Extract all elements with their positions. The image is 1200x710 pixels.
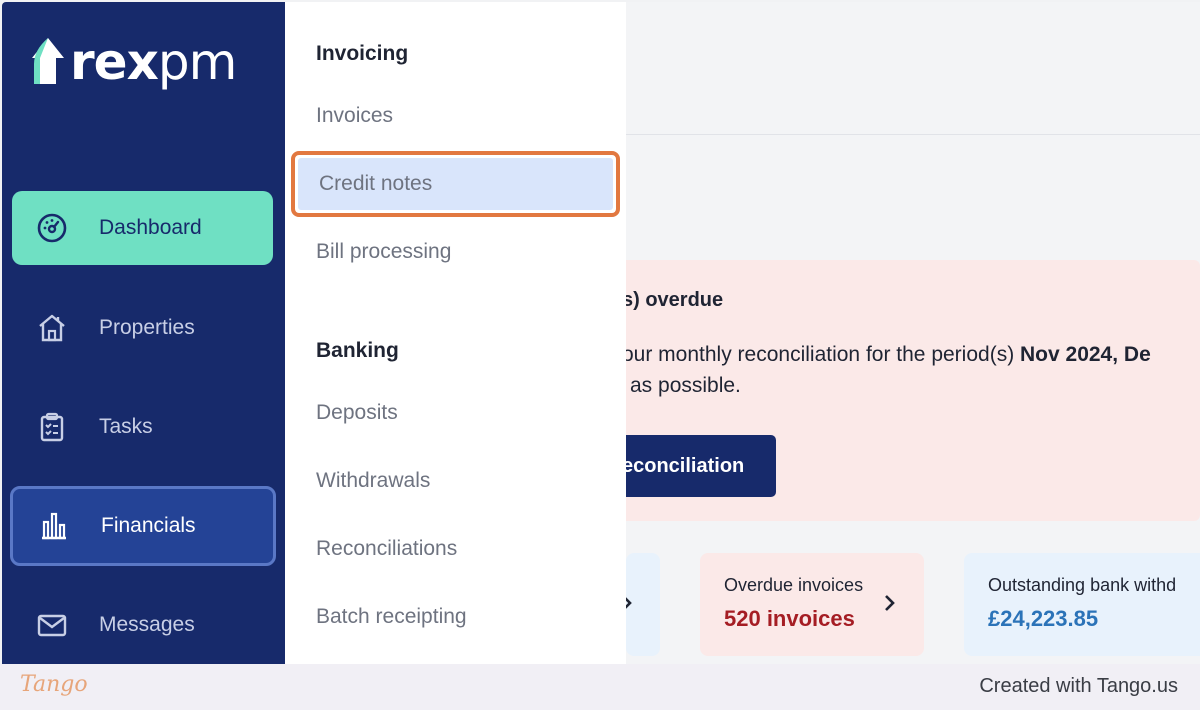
summary-card-partial[interactable] xyxy=(622,553,660,656)
clipboard-icon xyxy=(32,407,72,447)
menu-item-credit-notes[interactable]: Credit notes xyxy=(291,151,620,217)
menu-item-reconciliations[interactable]: Reconciliations xyxy=(316,537,457,561)
menu-item-batch-receipting[interactable]: Batch receipting xyxy=(316,605,467,629)
sidebar-item-label: Financials xyxy=(101,514,196,537)
menu-item-withdrawals[interactable]: Withdrawals xyxy=(316,469,430,493)
alert-title: s) overdue xyxy=(622,289,724,311)
card-label: Overdue invoices xyxy=(724,575,864,595)
house-arrow-logo-icon xyxy=(32,38,64,84)
financials-dropdown-menu: Invoicing Invoices Credit notes Bill pro… xyxy=(285,2,626,664)
rexpm-logo[interactable]: rexpm xyxy=(30,33,237,91)
sidebar-item-label: Dashboard xyxy=(99,216,202,239)
gauge-icon xyxy=(32,208,72,248)
menu-item-invoices[interactable]: Invoices xyxy=(316,104,393,128)
sidebar-item-properties[interactable]: Properties xyxy=(12,291,273,365)
overdue-invoices-card[interactable]: Overdue invoices 520 invoices xyxy=(700,553,924,656)
sidebar-item-financials[interactable]: Financials xyxy=(10,486,276,566)
sidebar-item-label: Properties xyxy=(99,316,195,339)
alert-body-line2: as possible. xyxy=(630,374,741,397)
start-reconciliation-button[interactable]: econciliation xyxy=(622,435,776,497)
banking-heading: Banking xyxy=(316,339,399,362)
tango-footer: Tango Created with Tango.us xyxy=(0,664,1200,710)
sidebar-item-label: Messages xyxy=(99,613,195,636)
sidebar-item-dashboard[interactable]: Dashboard xyxy=(12,191,273,265)
menu-item-label: Credit notes xyxy=(298,158,613,210)
app-frame: rexpm Dashboard Properties Tasks Financi… xyxy=(2,2,1200,664)
tango-logo: Tango xyxy=(20,672,88,697)
card-value: £24,223.85 xyxy=(988,606,1099,631)
header-divider xyxy=(626,134,1200,135)
sidebar: rexpm Dashboard Properties Tasks Financi… xyxy=(2,2,285,664)
main-content: s) overdue our monthly reconciliation fo… xyxy=(622,2,1200,664)
menu-item-deposits[interactable]: Deposits xyxy=(316,401,398,425)
sidebar-item-label: Tasks xyxy=(99,415,153,438)
logo-text-bold: rex xyxy=(70,33,159,91)
reconciliation-alert: s) overdue our monthly reconciliation fo… xyxy=(622,260,1200,521)
alert-body-text: our monthly reconciliation for the perio… xyxy=(622,343,1021,366)
menu-item-bill-processing[interactable]: Bill processing xyxy=(316,240,451,264)
alert-period: Nov 2024, De xyxy=(1020,343,1151,366)
envelope-icon xyxy=(32,605,72,645)
tango-credit: Created with Tango.us xyxy=(979,675,1178,697)
alert-body: our monthly reconciliation for the perio… xyxy=(622,339,1151,401)
outstanding-withdrawals-card[interactable]: Outstanding bank withd £24,223.85 xyxy=(964,553,1200,656)
chevron-right-icon xyxy=(885,595,895,611)
card-value: 520 invoices xyxy=(724,606,855,631)
columns-icon xyxy=(34,506,74,546)
card-label: Outstanding bank withd xyxy=(988,575,1177,595)
logo-text-light: pm xyxy=(157,33,237,91)
sidebar-item-messages[interactable]: Messages xyxy=(12,588,273,662)
house-icon xyxy=(32,308,72,348)
sidebar-item-tasks[interactable]: Tasks xyxy=(12,390,273,464)
invoicing-heading: Invoicing xyxy=(316,42,409,65)
